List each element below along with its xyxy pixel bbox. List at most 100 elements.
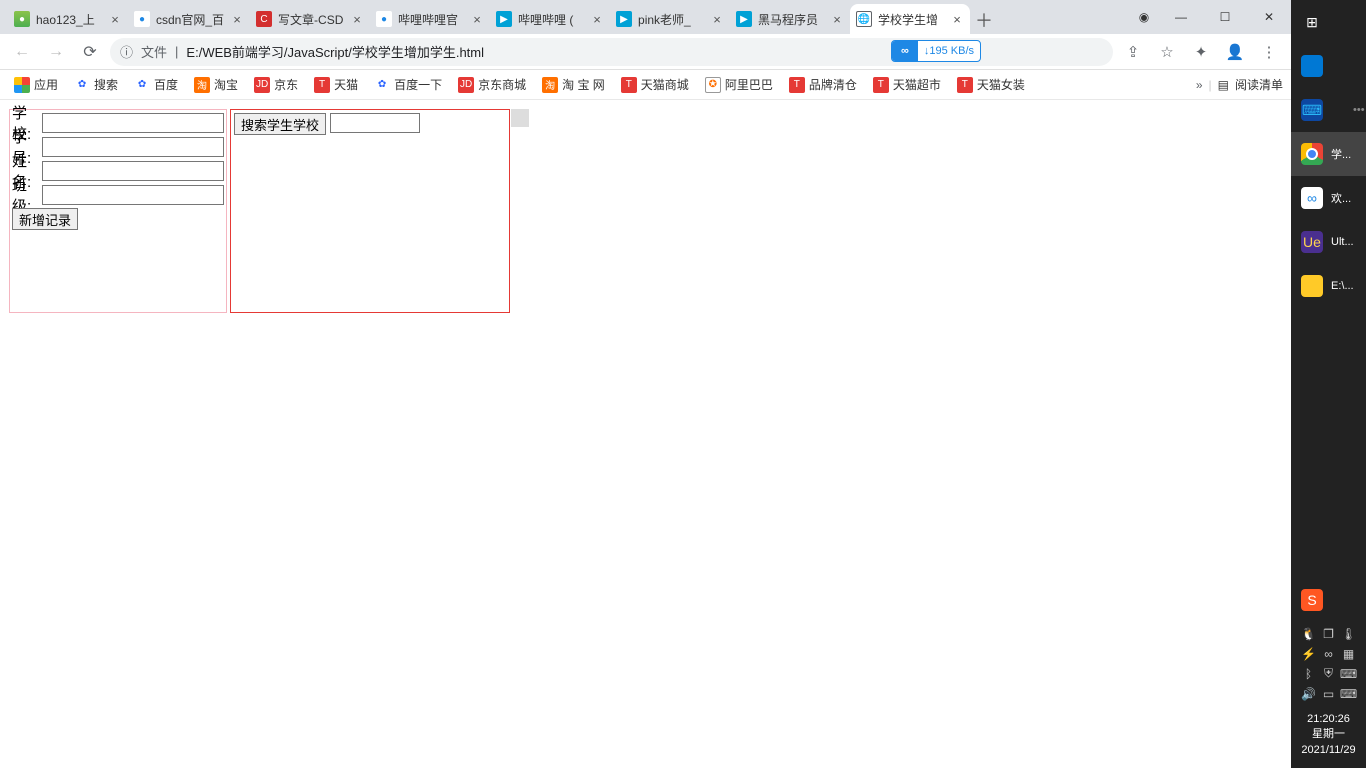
bookmark-1[interactable]: ✿搜索: [68, 72, 124, 98]
tab-favicon-csdn: ●: [376, 11, 392, 27]
taskbar-item-chrome[interactable]: 学...: [1291, 132, 1366, 176]
minimize-button[interactable]: —: [1159, 2, 1203, 32]
browser-tab-6[interactable]: ▶黑马程序员×: [730, 4, 850, 34]
tab-close-icon[interactable]: ×: [230, 12, 244, 26]
tray-temp-icon[interactable]: 🌡: [1341, 626, 1357, 642]
browser-tab-5[interactable]: ▶ pink老师_ ×: [610, 4, 730, 34]
bookmark-10[interactable]: ✪阿里巴巴: [699, 72, 779, 98]
profile-icon[interactable]: 👤: [1221, 38, 1249, 66]
tab-close-icon[interactable]: ×: [710, 12, 724, 26]
school-input[interactable]: [42, 113, 224, 133]
add-record-button[interactable]: 新增记录: [12, 208, 78, 230]
tray-sogou[interactable]: S: [1291, 578, 1366, 622]
bookmark-4[interactable]: JD京东: [248, 72, 304, 98]
tray-bdisk-icon[interactable]: ∞: [1321, 646, 1337, 662]
name-input[interactable]: [42, 161, 224, 181]
network-speed-badge[interactable]: ∞ ↓195 KB/s: [891, 40, 981, 62]
tray-kb-icon[interactable]: ⌨: [1341, 666, 1357, 682]
bookmark-13[interactable]: T天猫女装: [951, 72, 1031, 98]
tab-favicon-c: C: [256, 11, 272, 27]
taskbar-item-vscode[interactable]: ⌨•••: [1291, 88, 1366, 132]
forward-button[interactable]: →: [42, 38, 70, 66]
tab-close-icon[interactable]: ×: [950, 12, 964, 26]
bookmark-5[interactable]: T天猫: [308, 72, 364, 98]
bookmark-icon-t: T: [314, 77, 330, 93]
bookmark-star-icon[interactable]: ☆: [1153, 38, 1181, 66]
tab-close-icon[interactable]: ×: [590, 12, 604, 26]
new-tab-button[interactable]: ＋: [970, 6, 998, 34]
tray-flash-icon[interactable]: ⚡: [1301, 646, 1317, 662]
url-separator: |: [175, 44, 178, 59]
browser-tab-7[interactable]: 🌐学校学生增×: [850, 4, 970, 34]
search-school-button[interactable]: 搜索学生学校: [234, 113, 326, 135]
bookmark-6[interactable]: ✿百度一下: [368, 72, 448, 98]
bookmark-icon-t: T: [873, 77, 889, 93]
tab-favicon-bili: ▶: [496, 11, 512, 27]
bookmark-label: 淘 宝 网: [562, 76, 605, 93]
bookmark-label: 阿里巴巴: [725, 76, 773, 93]
taskbar-clock[interactable]: 21:20:26 星期一 2021/11/29: [1291, 706, 1366, 768]
taskbar-icon-bdisk: ∞: [1301, 187, 1323, 209]
tab-close-icon[interactable]: ×: [830, 12, 844, 26]
taskbar-item-win[interactable]: ⊞: [1291, 0, 1366, 44]
tray-bt-icon[interactable]: ᛒ: [1301, 666, 1317, 682]
tab-favicon-bili: ▶: [616, 11, 632, 27]
bookmark-0[interactable]: 应用: [8, 72, 64, 98]
taskbar-item-msg[interactable]: [1291, 44, 1366, 88]
close-window-button[interactable]: ✕: [1247, 2, 1291, 32]
browser-tab-0[interactable]: ●hao123_上×: [8, 4, 128, 34]
menu-icon[interactable]: ⋮: [1255, 38, 1283, 66]
page-content: 学校: 学号: 姓名: 班级: 新增记录 搜索学生学校: [0, 100, 1291, 768]
taskbar-item-label: 欢...: [1331, 190, 1351, 206]
taskbar-item-label: Ult...: [1331, 236, 1354, 248]
search-school-input[interactable]: [330, 113, 420, 133]
bookmark-2[interactable]: ✿百度: [128, 72, 184, 98]
reload-button[interactable]: ⟳: [76, 38, 104, 66]
maximize-button[interactable]: ☐: [1203, 2, 1247, 32]
taskbar-icon-folder: [1301, 275, 1323, 297]
system-tray[interactable]: 🐧 ❐ 🌡 ⚡ ∞ ▦ ᛒ ⛨ ⌨ 🔊 ▭ ⌨: [1291, 622, 1366, 706]
back-button[interactable]: ←: [8, 38, 36, 66]
incognito-icon[interactable]: ◉: [1129, 2, 1159, 32]
bookmark-8[interactable]: 淘淘 宝 网: [536, 72, 611, 98]
extensions-icon[interactable]: ✦: [1187, 38, 1215, 66]
tray-doc-icon[interactable]: ▦: [1341, 646, 1357, 662]
tray-vol-icon[interactable]: 🔊: [1301, 686, 1317, 702]
reading-list-button[interactable]: 阅读清单: [1235, 76, 1283, 93]
share-icon[interactable]: ⇪: [1119, 38, 1147, 66]
tab-close-icon[interactable]: ×: [350, 12, 364, 26]
bookmark-9[interactable]: T天猫商城: [615, 72, 695, 98]
taskbar-icon-vscode: ⌨: [1301, 99, 1323, 121]
id-input[interactable]: [42, 137, 224, 157]
taskbar-item-folder[interactable]: E:\...: [1291, 264, 1366, 308]
taskbar-item-bdisk[interactable]: ∞ 欢...: [1291, 176, 1366, 220]
reading-list-icon: ▤: [1218, 78, 1229, 92]
browser-tab-2[interactable]: C 写文章-CSD ×: [250, 4, 370, 34]
site-info-icon[interactable]: ⓘ: [120, 42, 133, 61]
bookmark-icon-t: T: [957, 77, 973, 93]
tab-title: pink老师_: [638, 11, 704, 28]
bookmark-icon-tb: 淘: [542, 77, 558, 93]
tray-copy-icon[interactable]: ❐: [1321, 626, 1337, 642]
tray-notif-icon[interactable]: ▭: [1321, 686, 1337, 702]
bookmark-11[interactable]: T品牌清仓: [783, 72, 863, 98]
bookmark-7[interactable]: JD京东商城: [452, 72, 532, 98]
tab-title: 写文章-CSD: [278, 11, 344, 28]
tray-qq-icon[interactable]: 🐧: [1301, 626, 1317, 642]
tab-close-icon[interactable]: ×: [470, 12, 484, 26]
taskbar-icon-msg: [1301, 55, 1323, 77]
bookmark-12[interactable]: T天猫超市: [867, 72, 947, 98]
tab-close-icon[interactable]: ×: [108, 12, 122, 26]
class-input[interactable]: [42, 185, 224, 205]
browser-tab-1[interactable]: ●csdn官网_百×: [128, 4, 250, 34]
bookmark-3[interactable]: 淘淘宝: [188, 72, 244, 98]
tray-osk-icon[interactable]: ⌨: [1341, 686, 1357, 702]
bookmark-icon-baidu: ✿: [374, 77, 390, 93]
bookmarks-overflow-icon[interactable]: »: [1196, 78, 1203, 92]
tray-shield-icon[interactable]: ⛨: [1321, 666, 1337, 682]
browser-tab-4[interactable]: ▶哔哩哔哩 (×: [490, 4, 610, 34]
browser-tab-3[interactable]: ●哔哩哔哩官×: [370, 4, 490, 34]
tab-title: hao123_上: [36, 11, 102, 28]
tab-favicon-globe: 🌐: [856, 11, 872, 27]
taskbar-item-ue[interactable]: UeUlt...: [1291, 220, 1366, 264]
